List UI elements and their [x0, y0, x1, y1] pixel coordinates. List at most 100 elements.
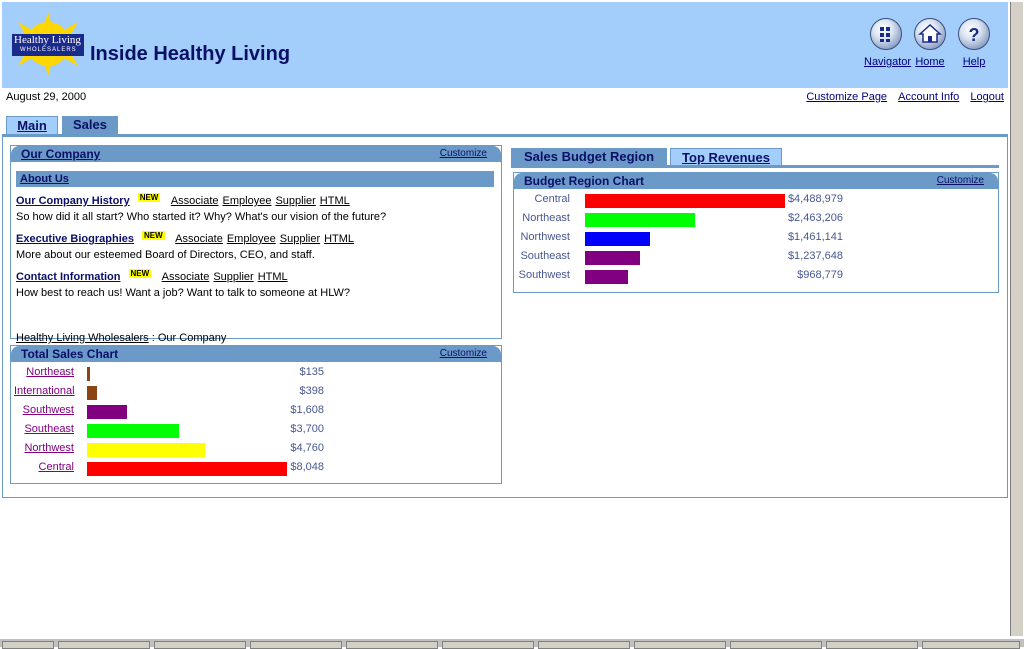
breadcrumb-home-link[interactable]: Healthy Living Wholesalers — [16, 332, 149, 344]
value-label: $4,488,979 — [787, 193, 843, 205]
navigator-link[interactable]: Navigator — [864, 56, 911, 68]
help-link[interactable]: Help — [954, 56, 994, 68]
account-links: Customize Page Account Info Logout — [798, 91, 1004, 103]
list-item: Executive Biographies NEW Associate Employ… — [16, 231, 496, 261]
supplier-link[interactable]: Supplier — [213, 271, 253, 283]
bar — [87, 367, 90, 381]
tab-sales-budget-region[interactable]: Sales Budget Region — [511, 148, 667, 166]
panel-header: Budget Region Chart Customize — [514, 173, 998, 189]
navigator-button[interactable]: Navigator — [864, 18, 911, 68]
taskbar-button[interactable] — [826, 641, 918, 649]
navigator-icon — [870, 18, 902, 50]
html-link[interactable]: HTML — [320, 195, 350, 207]
value-label: $8,048 — [290, 461, 324, 473]
bar — [585, 213, 695, 227]
home-button[interactable]: Home — [910, 18, 950, 68]
budget-region-chart: Central $4,488,979 Northeast $2,463,206 Nort… — [514, 193, 998, 290]
bar — [585, 232, 650, 246]
customize-page-link[interactable]: Customize Page — [806, 91, 887, 103]
section-header: About Us — [16, 171, 494, 187]
system-tray — [922, 641, 1020, 649]
taskbar-button[interactable] — [346, 641, 438, 649]
home-link[interactable]: Home — [910, 56, 950, 68]
value-label: $968,779 — [797, 269, 843, 281]
logo-subtext: WHOLESALERS — [20, 47, 77, 53]
panel-title: Total Sales Chart — [21, 347, 119, 361]
taskbar-button[interactable] — [58, 641, 150, 649]
panel-title[interactable]: Our Company — [21, 147, 100, 161]
taskbar-button[interactable] — [2, 641, 54, 649]
category-label: Northwest — [520, 231, 570, 243]
associate-link[interactable]: Associate — [175, 233, 223, 245]
logo-text: Healthy Living — [14, 34, 81, 46]
item-description: So how did it all start? Who started it?… — [16, 211, 387, 223]
value-label: $4,760 — [290, 442, 324, 454]
logout-link[interactable]: Logout — [970, 91, 1004, 103]
category-label[interactable]: Northeast — [14, 366, 74, 378]
taskbar-button[interactable] — [250, 641, 342, 649]
taskbar-button[interactable] — [538, 641, 630, 649]
taskbar-button[interactable] — [154, 641, 246, 649]
our-company-panel: Our Company Customize About Us Our Compa… — [10, 145, 502, 344]
category-label[interactable]: International — [14, 385, 75, 397]
customize-link[interactable]: Customize — [937, 175, 984, 186]
bar — [585, 270, 628, 284]
tab-main-label: Main — [17, 118, 47, 133]
associate-link[interactable]: Associate — [162, 271, 210, 283]
header-nav: Navigator Home ? Help — [864, 18, 1004, 78]
category-label[interactable]: Southwest — [14, 404, 74, 416]
value-label: $398 — [299, 385, 324, 397]
executive-bios-link[interactable]: Executive Biographies — [16, 233, 134, 245]
html-link[interactable]: HTML — [324, 233, 354, 245]
new-badge: NEW — [142, 231, 165, 240]
employee-link[interactable]: Employee — [227, 233, 276, 245]
breadcrumb-current: Our Company — [157, 332, 227, 344]
panel-title: Budget Region Chart — [524, 174, 644, 188]
bar — [87, 405, 127, 419]
list-item: Contact Information NEW Associate Supplier… — [16, 269, 496, 299]
svg-text:?: ? — [969, 25, 980, 45]
value-label: $2,463,206 — [787, 212, 843, 224]
vertical-scrollbar[interactable] — [1010, 2, 1023, 636]
supplier-link[interactable]: Supplier — [280, 233, 320, 245]
associate-link[interactable]: Associate — [171, 195, 219, 207]
bar — [585, 251, 640, 265]
item-description: How best to reach us! Want a job? Want t… — [16, 287, 351, 299]
category-label[interactable]: Northwest — [14, 442, 74, 454]
contact-info-link[interactable]: Contact Information — [16, 271, 121, 283]
category-label[interactable]: Central — [14, 461, 74, 473]
company-history-link[interactable]: Our Company History — [16, 195, 130, 207]
total-sales-chart: Northeast $135 International $398 Southwest $… — [11, 366, 501, 481]
breadcrumb: Healthy Living Wholesalers : Our Company — [16, 332, 226, 344]
account-info-link[interactable]: Account Info — [898, 91, 959, 103]
tab-sales[interactable]: Sales — [62, 116, 118, 134]
category-label[interactable]: Southeast — [14, 423, 74, 435]
customize-link[interactable]: Customize — [440, 148, 487, 159]
tab-main[interactable]: Main — [6, 116, 58, 135]
category-label: Northeast — [522, 212, 570, 224]
taskbar-button[interactable] — [442, 641, 534, 649]
value-label: $1,608 — [290, 404, 324, 416]
bar — [585, 194, 785, 208]
tab-divider — [511, 165, 999, 168]
category-label: Southwest — [518, 269, 570, 281]
value-label: $135 — [299, 366, 324, 378]
panel-header: Total Sales Chart Customize — [11, 346, 501, 362]
value-label: $3,700 — [290, 423, 324, 435]
taskbar-button[interactable] — [730, 641, 822, 649]
home-icon — [914, 18, 946, 50]
tab-sales-budget-region-label: Sales Budget Region — [523, 149, 655, 164]
supplier-link[interactable]: Supplier — [275, 195, 315, 207]
taskbar-button[interactable] — [634, 641, 726, 649]
item-description: More about our esteemed Board of Directo… — [16, 249, 315, 261]
category-label: Southeast — [520, 250, 570, 262]
customize-link[interactable]: Customize — [440, 348, 487, 359]
value-label: $1,461,141 — [787, 231, 843, 243]
help-button[interactable]: ? Help — [954, 18, 994, 68]
html-link[interactable]: HTML — [258, 271, 288, 283]
panel-header: Our Company Customize — [11, 146, 501, 162]
employee-link[interactable]: Employee — [223, 195, 272, 207]
current-date: August 29, 2000 — [6, 91, 87, 103]
bar — [87, 424, 179, 438]
about-us-link[interactable]: About Us — [20, 173, 69, 185]
